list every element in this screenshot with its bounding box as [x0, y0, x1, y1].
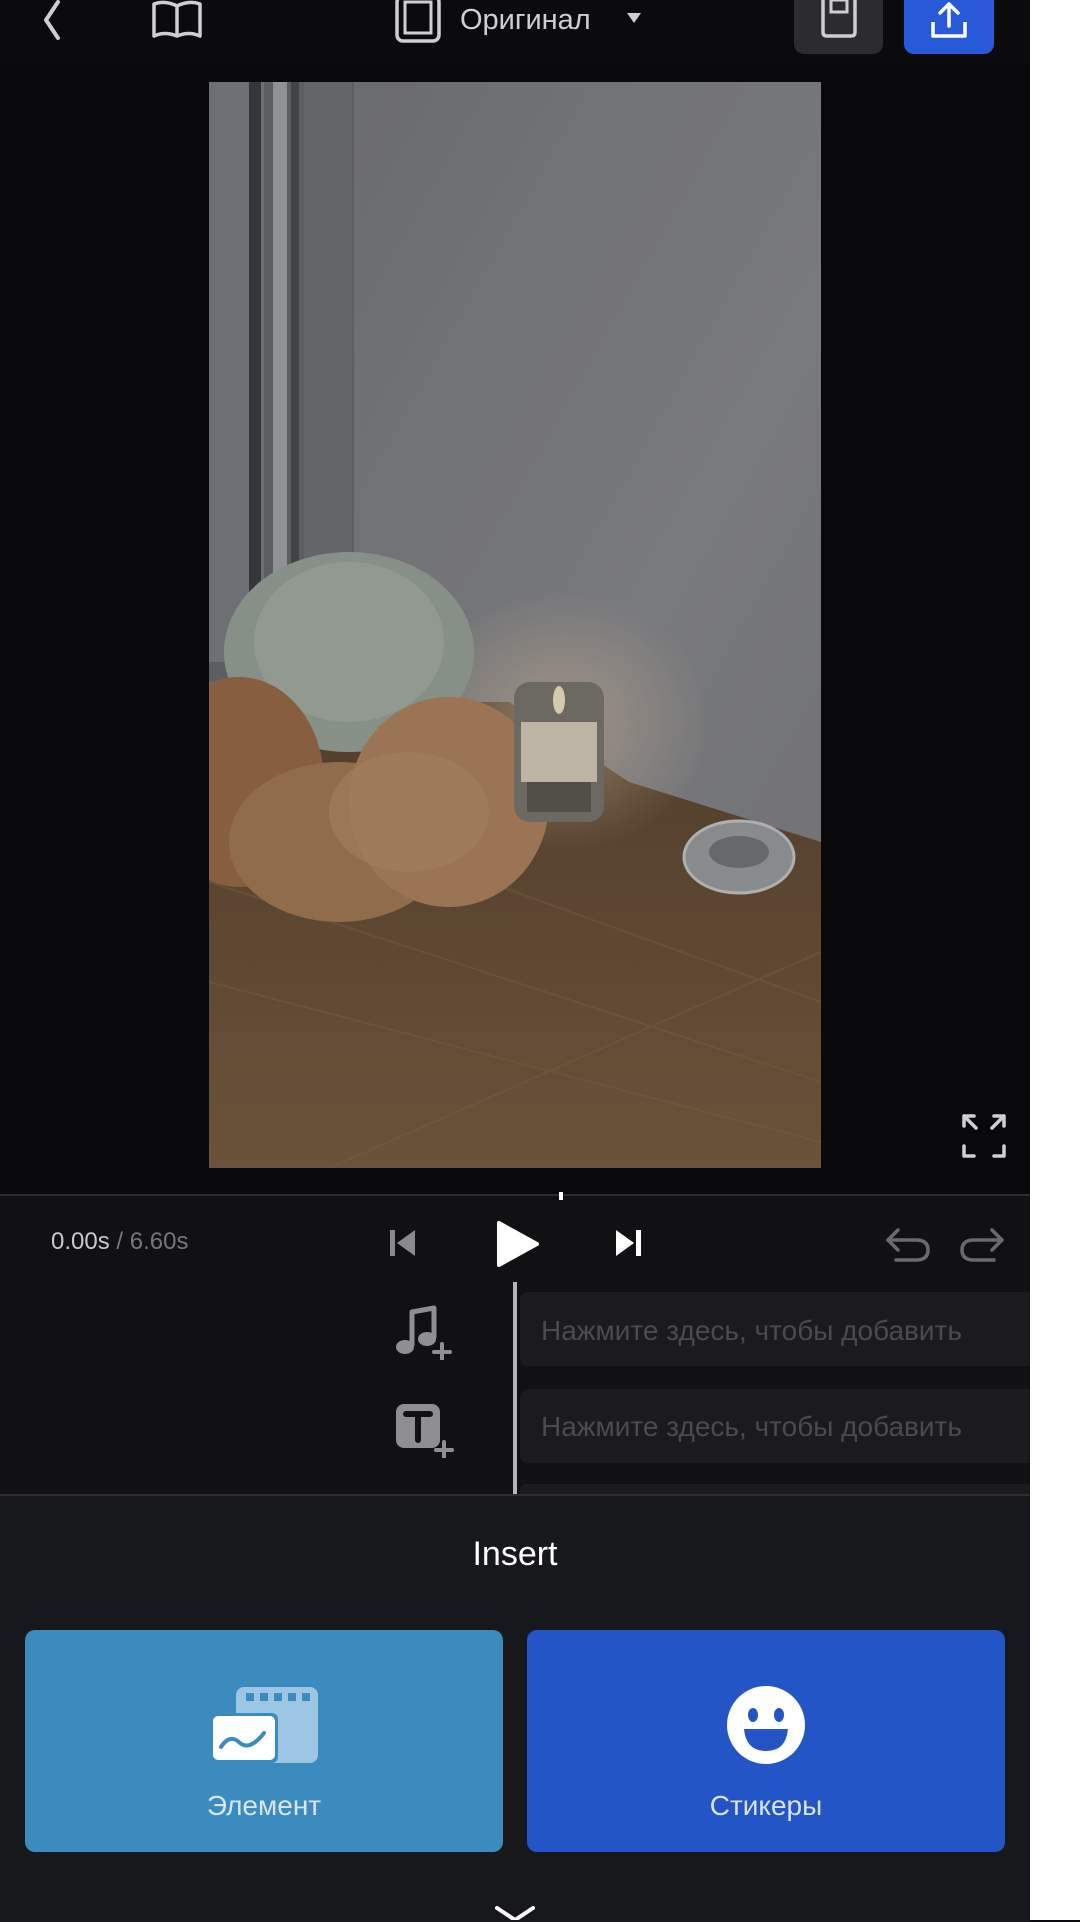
back-icon[interactable] — [36, 0, 68, 44]
total-time: 6.60s — [129, 1228, 189, 1255]
screen-edge — [1030, 0, 1080, 1920]
next-track-edge — [520, 1484, 1030, 1494]
media-element-icon — [210, 1687, 318, 1763]
save-icon — [821, 0, 857, 38]
video-frame-image[interactable] — [209, 82, 821, 1168]
stickers-tile-label: Стикеры — [709, 1790, 823, 1821]
aspect-ratio-icon[interactable] — [394, 0, 442, 44]
fullscreen-icon[interactable] — [960, 1112, 1008, 1160]
progress-marker — [559, 1192, 563, 1200]
insert-panel-title: Insert — [472, 1535, 558, 1573]
undo-icon[interactable] — [884, 1224, 932, 1264]
time-display: 0.00s / 6.60s — [51, 1228, 188, 1256]
current-time: 0.00s — [51, 1228, 110, 1255]
time-separator: / — [109, 1228, 130, 1255]
export-button[interactable] — [904, 0, 994, 54]
skip-forward-icon[interactable] — [613, 1228, 643, 1258]
playhead[interactable] — [513, 1282, 517, 1494]
export-icon — [931, 2, 967, 38]
element-tile-label: Элемент — [206, 1790, 322, 1821]
book-icon[interactable] — [150, 0, 204, 42]
element-tile-button[interactable]: Элемент — [25, 1630, 503, 1852]
stickers-tile-button[interactable]: Стикеры — [527, 1630, 1005, 1852]
text-track-placeholder[interactable]: Нажмите здесь, чтобы добавить — [541, 1411, 1030, 1443]
add-text-icon[interactable] — [394, 1402, 456, 1458]
redo-icon[interactable] — [958, 1224, 1006, 1264]
dropdown-icon[interactable] — [626, 12, 642, 24]
music-track-placeholder[interactable]: Нажмите здесь, чтобы добавить — [541, 1315, 1030, 1347]
collapse-chevron-icon[interactable] — [493, 1906, 537, 1920]
aspect-ratio-label[interactable]: Оригинал — [460, 0, 591, 40]
skip-back-icon[interactable] — [388, 1228, 418, 1258]
add-music-icon[interactable] — [392, 1304, 454, 1360]
save-button[interactable] — [794, 0, 883, 54]
smiley-icon — [727, 1686, 805, 1764]
play-icon[interactable] — [495, 1220, 539, 1268]
